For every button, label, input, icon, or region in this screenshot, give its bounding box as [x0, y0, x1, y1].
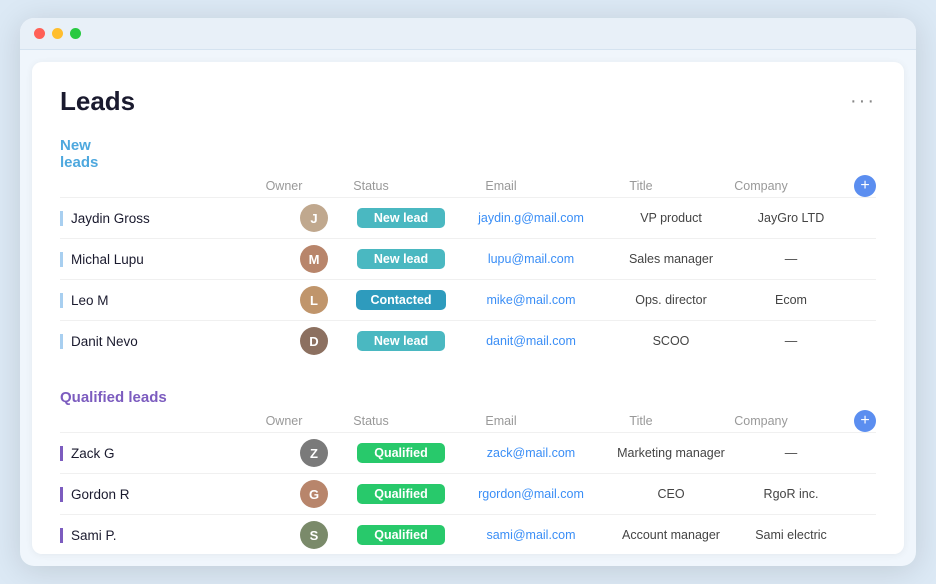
row-title: Marketing manager [606, 446, 736, 460]
table-row: Michal Lupu M New lead lupu@mail.com Sal… [60, 238, 876, 279]
new-leads-add-button[interactable]: + [854, 175, 876, 197]
more-button[interactable]: ··· [850, 90, 876, 113]
row-company: — [736, 252, 846, 266]
row-title: Sales manager [606, 252, 736, 266]
row-status: New lead [346, 331, 456, 351]
row-owner: D [282, 327, 346, 355]
row-company: Ecom [736, 293, 846, 307]
row-owner: S [282, 521, 346, 549]
row-email: rgordon@mail.com [456, 487, 606, 501]
row-status: Qualified [346, 443, 456, 463]
table-row: Danit Nevo D New lead danit@mail.com SCO… [60, 320, 876, 361]
row-name: Michal Lupu [60, 252, 282, 267]
row-name: Jaydin Gross [60, 211, 282, 226]
row-email: zack@mail.com [456, 446, 606, 460]
row-company: — [736, 446, 846, 460]
expand-dot [70, 28, 81, 39]
row-name: Sami P. [60, 528, 282, 543]
main-window: Leads ··· New leads Owner Status Email T… [20, 18, 916, 566]
row-email: lupu@mail.com [456, 252, 606, 266]
row-title: Account manager [606, 528, 736, 542]
row-company: Sami electric [736, 528, 846, 542]
row-status: Qualified [346, 525, 456, 545]
row-title: CEO [606, 487, 736, 501]
qualified-leads-title: Qualified leads [60, 389, 876, 406]
row-owner: G [282, 480, 346, 508]
row-name: Danit Nevo [60, 334, 282, 349]
new-leads-col-headers: Owner Status Email Title Company [60, 175, 846, 197]
new-leads-table: Jaydin Gross J New lead jaydin.g@mail.co… [60, 197, 876, 361]
table-row: Sami P. S Qualified sami@mail.com Accoun… [60, 514, 876, 554]
row-status: Contacted [346, 290, 456, 310]
row-status: New lead [346, 208, 456, 228]
row-owner: J [282, 204, 346, 232]
row-company: — [736, 334, 846, 348]
row-status: New lead [346, 249, 456, 269]
new-leads-title: New leads [60, 137, 98, 171]
row-name: Zack G [60, 446, 282, 461]
row-email: jaydin.g@mail.com [456, 211, 606, 225]
row-status: Qualified [346, 484, 456, 504]
row-name: Leo M [60, 293, 282, 308]
page-title: Leads [60, 86, 135, 117]
main-content: Leads ··· New leads Owner Status Email T… [32, 62, 904, 554]
row-owner: L [282, 286, 346, 314]
table-row: Jaydin Gross J New lead jaydin.g@mail.co… [60, 197, 876, 238]
titlebar [20, 18, 916, 50]
close-dot [34, 28, 45, 39]
new-leads-section: New leads Owner Status Email Title Compa… [60, 137, 876, 361]
qualified-leads-col-headers: Owner Status Email Title Company [60, 410, 846, 432]
qualified-leads-section: Qualified leads Owner Status Email Title… [60, 389, 876, 554]
row-name: Gordon R [60, 487, 282, 502]
table-row: Zack G Z Qualified zack@mail.com Marketi… [60, 432, 876, 473]
row-company: RgoR inc. [736, 487, 846, 501]
minimize-dot [52, 28, 63, 39]
page-header: Leads ··· [60, 86, 876, 117]
row-owner: Z [282, 439, 346, 467]
qualified-leads-add-button[interactable]: + [854, 410, 876, 432]
row-owner: M [282, 245, 346, 273]
qualified-leads-table: Zack G Z Qualified zack@mail.com Marketi… [60, 432, 876, 554]
row-title: Ops. director [606, 293, 736, 307]
row-email: sami@mail.com [456, 528, 606, 542]
row-email: mike@mail.com [456, 293, 606, 307]
row-email: danit@mail.com [456, 334, 606, 348]
table-row: Leo M L Contacted mike@mail.com Ops. dir… [60, 279, 876, 320]
table-row: Gordon R G Qualified rgordon@mail.com CE… [60, 473, 876, 514]
row-title: SCOO [606, 334, 736, 348]
row-company: JayGro LTD [736, 211, 846, 225]
row-title: VP product [606, 211, 736, 225]
